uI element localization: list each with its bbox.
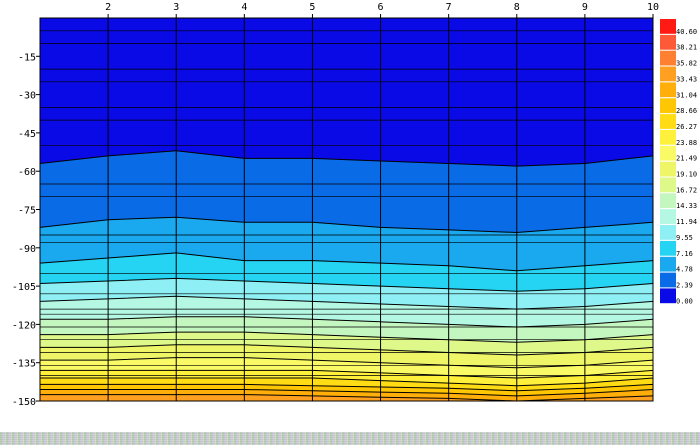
- x-tick-label: 3: [173, 2, 179, 13]
- legend-swatch-28.66: [660, 98, 676, 114]
- legend-label: 16.72: [676, 186, 697, 194]
- color-legend: 40.60 38.21 35.82 33.43 31.04 28.66 26.27 23.88…: [660, 19, 697, 305]
- y-tick-label: -75: [18, 206, 36, 217]
- y-tick-label: -90: [18, 244, 36, 255]
- legend-label: 11.94: [676, 218, 697, 226]
- legend-label: 35.82: [676, 60, 697, 68]
- legend-label: 14.33: [676, 202, 697, 210]
- y-tick-label: -30: [18, 91, 36, 102]
- legend-label: 33.43: [676, 75, 697, 83]
- legend-swatch-14.33: [660, 193, 676, 209]
- legend-swatch-33.43: [660, 66, 676, 82]
- x-tick-label: 4: [241, 2, 247, 13]
- legend-label: 2.39: [676, 282, 693, 290]
- legend-swatch-23.88: [660, 129, 676, 145]
- legend-swatch-19.10: [660, 161, 676, 177]
- x-tick-label: 9: [582, 2, 588, 13]
- legend-label: 28.66: [676, 107, 697, 115]
- y-tick-label: -105: [12, 282, 36, 293]
- x-tick-label: 8: [514, 2, 520, 13]
- y-axis-ticks: -15 -30 -45 -60 -75 -90 -105 -120 -135 -150: [12, 52, 40, 408]
- y-tick-label: -150: [12, 397, 36, 408]
- legend-label: 4.78: [676, 266, 693, 274]
- legend-label: 9.55: [676, 234, 693, 242]
- x-tick-label: 6: [378, 2, 384, 13]
- legend-swatch-21.49: [660, 145, 676, 161]
- legend-swatch-31.04: [660, 82, 676, 98]
- y-tick-label: -45: [18, 129, 36, 140]
- legend-swatch-40.60: [660, 19, 676, 34]
- legend-label: 26.27: [676, 123, 697, 131]
- legend-swatch-26.27: [660, 114, 676, 129]
- legend-label: 40.60: [676, 28, 697, 36]
- y-tick-label: -60: [18, 167, 36, 178]
- legend-label: 31.04: [676, 91, 697, 99]
- legend-swatch-11.94: [660, 209, 676, 224]
- y-tick-label: -15: [18, 52, 36, 63]
- y-tick-label: -135: [12, 359, 36, 370]
- legend-label: 7.16: [676, 250, 693, 258]
- legend-swatch-16.72: [660, 177, 676, 193]
- legend-swatch-4.78: [660, 256, 676, 272]
- x-tick-label: 2: [105, 2, 111, 13]
- legend-swatch-2.39: [660, 272, 676, 288]
- legend-label: 23.88: [676, 139, 697, 147]
- legend-swatch-0.00: [660, 288, 676, 304]
- x-axis-ticks: 2 3 4 5 6 7 8 9 10: [105, 2, 659, 18]
- contour-bands: [40, 18, 653, 401]
- x-tick-label: 10: [647, 2, 659, 13]
- x-tick-label: 5: [309, 2, 315, 13]
- legend-label: 21.49: [676, 155, 697, 163]
- legend-swatch-38.21: [660, 34, 676, 50]
- legend-swatch-35.82: [660, 50, 676, 66]
- y-tick-label: -120: [12, 320, 36, 331]
- legend-label: 19.10: [676, 171, 697, 179]
- x-tick-label: 7: [446, 2, 452, 13]
- legend-label: 38.21: [676, 44, 697, 52]
- contour-chart: 2 3 4 5 6 7 8 9 10 -15 -30 -45 -60 -75 -90 -105 -120 -13…: [12, 2, 697, 408]
- noise-strip: [0, 432, 700, 445]
- legend-swatch-9.55: [660, 225, 676, 240]
- legend-label: 0.00: [676, 297, 693, 305]
- legend-swatch-7.16: [660, 240, 676, 256]
